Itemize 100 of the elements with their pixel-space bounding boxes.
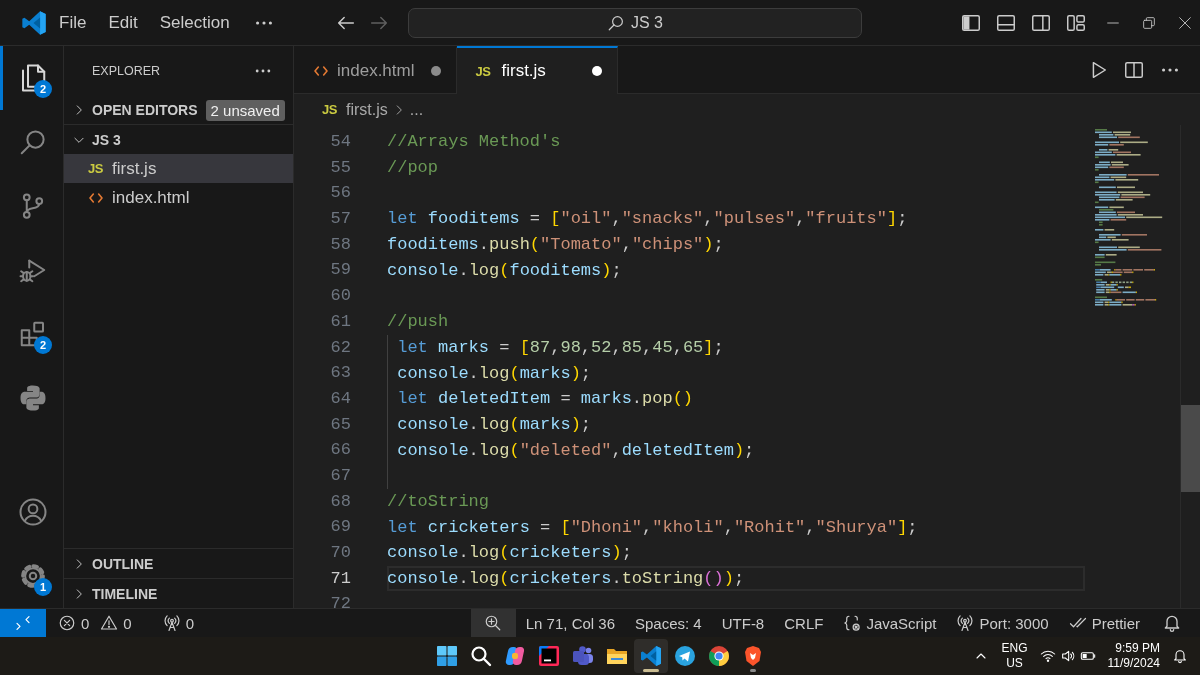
scrollbar-thumb[interactable] xyxy=(1181,405,1200,492)
code-line: console.log(fooditems); xyxy=(387,260,622,280)
warning-icon[interactable] xyxy=(100,614,119,632)
menu-item[interactable]: Selection xyxy=(148,12,241,33)
team-chat-icon xyxy=(571,644,595,668)
code-line: let cricketers = ["Dhoni","kholi","Rohit","Shurya"]; xyxy=(387,517,918,537)
line-number: 66 xyxy=(329,439,352,462)
error-icon[interactable] xyxy=(58,614,76,632)
tree-item[interactable]: index.html xyxy=(64,183,293,212)
unsaved-dot-icon[interactable] xyxy=(430,64,443,77)
breadcrumb-item[interactable]: JS first.js xyxy=(322,100,388,119)
code-line: let deletedItem = marks.pop() xyxy=(397,389,694,409)
gear-icon xyxy=(18,561,48,591)
status-item[interactable]: Spaces: 4 xyxy=(625,609,712,637)
line-number: 58 xyxy=(329,233,352,256)
braces-icon xyxy=(843,614,862,632)
activity-bar-item[interactable]: 2 xyxy=(0,46,63,110)
speaker-icon[interactable] xyxy=(1059,648,1076,664)
js-file-icon: JS xyxy=(475,63,494,79)
count-badge: 1 xyxy=(34,578,52,596)
clock[interactable]: 9:59 PM 11/9/2024 xyxy=(1107,641,1160,671)
close-icon[interactable] xyxy=(1177,14,1193,31)
broadcast-icon xyxy=(956,614,975,632)
port-count: 0 xyxy=(185,614,195,632)
broadcast-icon[interactable] xyxy=(162,614,181,632)
unsaved-count-badge: 2 unsaved xyxy=(205,99,285,121)
bell-icon[interactable] xyxy=(1162,613,1182,633)
menu-item[interactable]: File xyxy=(48,12,98,33)
code-line: //push xyxy=(387,312,449,332)
bell-icon[interactable] xyxy=(1172,648,1188,664)
line-number: 68 xyxy=(329,490,352,513)
wifi-icon[interactable] xyxy=(1039,648,1056,664)
restore-icon[interactable] xyxy=(1141,14,1157,31)
code-line: //toString xyxy=(387,491,490,511)
line-number: 61 xyxy=(329,310,352,333)
js-file-icon: JS xyxy=(88,161,106,176)
unsaved-dot-icon[interactable] xyxy=(591,65,604,77)
code-line: console.log("deleted",deletedItem); xyxy=(397,440,755,460)
tree-item[interactable]: JS first.js xyxy=(64,154,293,183)
count-badge: 2 xyxy=(34,336,52,354)
line-number: 59 xyxy=(329,259,352,282)
breadcrumb-more[interactable]: ... xyxy=(409,100,424,119)
line-number: 57 xyxy=(329,208,352,231)
ide-logo-icon xyxy=(537,644,561,668)
start-menu-icon xyxy=(435,644,459,668)
code-line: console.log(marks); xyxy=(397,363,592,383)
line-number: 54 xyxy=(329,131,352,153)
line-number: 63 xyxy=(329,362,352,385)
status-item[interactable]: CRLF xyxy=(774,609,834,637)
activity-bar-item[interactable]: 1 xyxy=(0,544,63,608)
count-badge: 2 xyxy=(34,80,52,98)
code-line: //Arrays Method's xyxy=(387,132,561,152)
line-number: 72 xyxy=(329,593,352,608)
line-number: 65 xyxy=(329,413,352,436)
section-header[interactable]: OPEN EDITORS 2 unsaved xyxy=(64,96,293,124)
zoom-in-icon xyxy=(484,614,503,632)
search-icon xyxy=(469,644,493,668)
language-indicator[interactable]: ENG US xyxy=(1001,641,1028,671)
js-file-icon: JS xyxy=(322,102,340,117)
line-number: 62 xyxy=(329,336,352,359)
status-item[interactable]: Ln 71, Col 36 xyxy=(515,609,625,637)
code-line: console.log(cricketers.toString()); xyxy=(387,569,745,589)
code-line: let fooditems = ["oil","snacks","pulses","fruits"]; xyxy=(387,209,908,229)
editor-tab[interactable]: JS first.js xyxy=(457,46,619,94)
menu-item[interactable]: Edit xyxy=(97,12,149,33)
browser-logo-icon xyxy=(707,644,731,668)
section-header[interactable]: JS 3 xyxy=(64,125,293,154)
line-number: 71 xyxy=(329,567,352,590)
section-header[interactable]: TIMELINE xyxy=(64,579,293,608)
status-item[interactable]: Prettier xyxy=(1058,609,1150,637)
error-count: 0 xyxy=(81,614,90,632)
search-icon xyxy=(18,127,48,157)
search-field[interactable]: JS 3 xyxy=(408,7,862,38)
sidebar-title: EXPLORER xyxy=(92,64,161,78)
code-line: let marks = [87,98,52,85,45,65]; xyxy=(397,337,724,357)
account-icon xyxy=(18,497,48,527)
warning-count: 0 xyxy=(123,614,132,632)
line-number: 70 xyxy=(329,542,352,564)
remote-icon xyxy=(14,614,32,632)
line-number: 56 xyxy=(329,182,352,205)
status-item[interactable]: Port: 3000 xyxy=(946,609,1059,637)
python-logo-icon xyxy=(18,383,48,413)
line-number: 69 xyxy=(329,516,352,539)
paper-plane-icon xyxy=(673,644,697,668)
line-number: 60 xyxy=(329,285,352,308)
code-line: console.log(cricketers); xyxy=(387,543,632,563)
editor-logo-icon xyxy=(639,644,663,668)
line-number: 55 xyxy=(329,156,352,179)
line-number: 64 xyxy=(329,387,352,410)
zoom-button[interactable] xyxy=(470,609,516,637)
code-line: console.log(marks); xyxy=(397,414,592,434)
colorful-swirl-icon xyxy=(503,644,527,668)
status-item[interactable]: UTF-8 xyxy=(711,609,775,637)
section-header[interactable]: OUTLINE xyxy=(64,549,293,578)
code-line: //pop xyxy=(387,158,438,178)
taskbar-app[interactable] xyxy=(634,639,668,673)
code-line: fooditems.push("Tomato","chips"); xyxy=(387,235,724,255)
status-item[interactable]: JavaScript xyxy=(833,609,947,637)
activity-bar-item[interactable]: 2 xyxy=(0,302,63,366)
line-number: 67 xyxy=(329,464,352,487)
